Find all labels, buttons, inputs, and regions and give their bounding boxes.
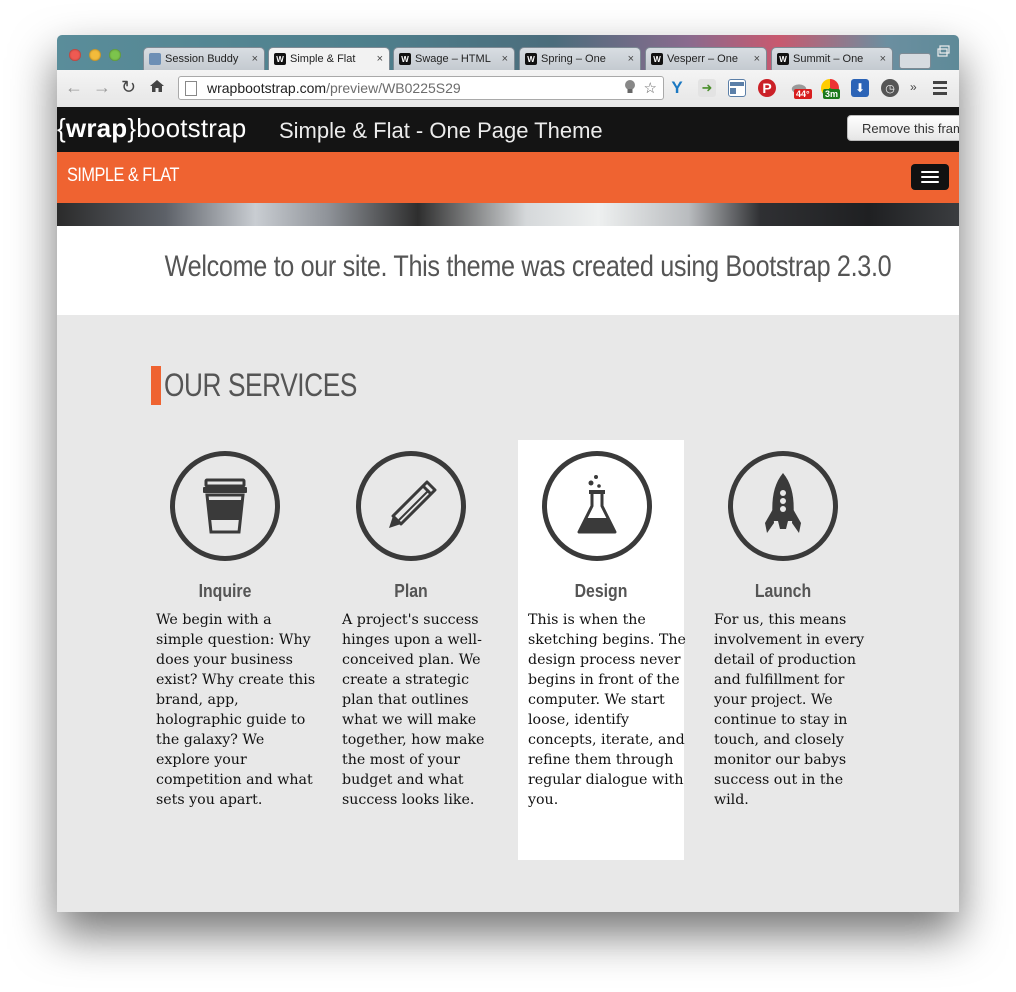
wrapbootstrap-bar: {wrap}bootstrap Simple & Flat - One Page… <box>57 107 959 152</box>
tab-close-icon[interactable]: × <box>880 53 886 65</box>
welcome-text: Welcome to our site. This theme was crea… <box>164 250 892 283</box>
service-card-plan: Plan A project's success hinges upon a w… <box>303 440 484 860</box>
url-path: /preview/WB0225S29 <box>326 80 461 96</box>
logo-tail: bootstrap <box>136 113 247 143</box>
forward-arrow-icon[interactable]: → <box>93 78 111 96</box>
service-card-inquire: Inquire We begin with a simple question:… <box>117 440 315 860</box>
theme-title: Simple & Flat - One Page Theme <box>279 118 603 143</box>
restore-window-icon[interactable] <box>937 45 951 57</box>
chrome-menu-icon[interactable] <box>933 81 947 95</box>
tab-session-buddy[interactable]: Session Buddy × <box>143 47 265 70</box>
logo-brace-open: { <box>57 113 66 143</box>
hamburger-line <box>921 176 939 178</box>
back-arrow-icon[interactable]: ← <box>65 78 83 96</box>
tab-label: Summit – One <box>793 53 864 65</box>
lightbulb-icon[interactable] <box>624 79 636 99</box>
tab-simple-flat[interactable]: W Simple & Flat × <box>268 47 390 70</box>
timer-badge: 3m <box>823 89 841 99</box>
browser-toolbar: ← → ↻ wrapbootstrap.com/preview/WB0225S2… <box>57 70 959 108</box>
tab-close-icon[interactable]: × <box>377 53 383 65</box>
welcome-section: Welcome to our site. This theme was crea… <box>57 226 959 315</box>
service-title: Launch <box>754 581 812 601</box>
service-text: For us, this means involvement in every … <box>714 612 865 808</box>
tab-label: Simple & Flat <box>290 53 356 65</box>
site-navbar: SIMPLE & FLAT <box>57 152 959 203</box>
y-extension-icon[interactable]: Y <box>668 78 686 97</box>
site-brand[interactable]: SIMPLE & FLAT <box>67 165 179 187</box>
home-icon[interactable] <box>149 78 165 97</box>
service-title: Design <box>574 581 628 601</box>
forward-extension-icon[interactable]: ➜ <box>698 79 716 97</box>
browser-window: Session Buddy × W Simple & Flat × W Swag… <box>57 35 959 912</box>
clock-icon[interactable]: ◷ <box>881 79 899 97</box>
session-buddy-extension-icon[interactable] <box>728 79 746 97</box>
coffee-cup-icon <box>170 451 280 561</box>
remove-frame-button[interactable]: Remove this frame <box>847 115 959 141</box>
service-text: A project's success hinges upon a well-c… <box>342 612 485 808</box>
tab-label: Session Buddy <box>165 53 239 65</box>
hamburger-line <box>921 171 939 173</box>
tab-close-icon[interactable]: × <box>628 53 634 65</box>
section-accent-bar <box>151 366 161 405</box>
wrapbootstrap-favicon-icon: W <box>651 53 663 65</box>
wrapbootstrap-favicon-icon: W <box>777 53 789 65</box>
logo-word: wrap <box>65 113 128 143</box>
tab-close-icon[interactable]: × <box>252 53 258 65</box>
tab-close-icon[interactable]: × <box>502 53 508 65</box>
wrapbootstrap-favicon-icon: W <box>399 53 411 65</box>
download-icon[interactable]: ⬇ <box>851 79 869 97</box>
wrapbootstrap-favicon-icon: W <box>274 53 286 65</box>
tab-close-icon[interactable]: × <box>754 53 760 65</box>
extensions-overflow-icon[interactable]: » <box>910 80 917 94</box>
pencil-icon <box>356 451 466 561</box>
tab-spring[interactable]: W Spring – One × <box>519 47 641 70</box>
new-tab-button[interactable] <box>899 53 931 69</box>
menu-toggle-button[interactable] <box>911 164 949 190</box>
tab-label: Vesperr – One <box>667 53 738 65</box>
service-text: This is when the sketching begins. The d… <box>528 612 686 808</box>
zoom-window-button[interactable] <box>109 49 121 61</box>
wrapbootstrap-logo[interactable]: {wrap}bootstrap <box>57 113 246 144</box>
minimize-window-button[interactable] <box>89 49 101 61</box>
url-host: wrapbootstrap.com <box>207 80 327 96</box>
tab-swage[interactable]: W Swage – HTML × <box>393 47 515 70</box>
services-section: OUR SERVICES Inquire We begin with a sim… <box>57 315 959 912</box>
reload-icon[interactable]: ↻ <box>121 78 136 96</box>
flask-icon <box>542 451 652 561</box>
bookmark-star-icon[interactable]: ☆ <box>644 79 657 99</box>
service-title: Plan <box>394 581 428 601</box>
hero-image-strip <box>57 203 959 226</box>
weather-extension-icon[interactable]: 44° <box>790 79 812 99</box>
tab-summit[interactable]: W Summit – One × <box>771 47 893 70</box>
service-text: We begin with a simple question: Why doe… <box>156 612 316 808</box>
pinterest-icon[interactable]: P <box>758 79 776 97</box>
tab-strip: Session Buddy × W Simple & Flat × W Swag… <box>57 35 959 70</box>
rocket-icon <box>728 451 838 561</box>
service-card-launch: Launch For us, this means involvement in… <box>675 440 864 860</box>
page-icon <box>185 80 197 96</box>
tab-label: Swage – HTML <box>415 53 491 65</box>
tab-label: Spring – One <box>541 53 606 65</box>
session-buddy-icon <box>149 53 161 65</box>
address-bar[interactable]: wrapbootstrap.com/preview/WB0225S29 ☆ <box>178 76 664 100</box>
hamburger-line <box>921 181 939 183</box>
tab-vesperr[interactable]: W Vesperr – One × <box>645 47 767 70</box>
services-heading: OUR SERVICES <box>164 367 357 403</box>
wrapbootstrap-favicon-icon: W <box>525 53 537 65</box>
weather-badge: 44° <box>794 89 812 99</box>
timer-extension-icon[interactable]: 3m <box>821 79 841 99</box>
logo-brace-close: } <box>127 113 137 143</box>
service-title: Inquire <box>198 581 252 601</box>
window-controls <box>69 49 121 61</box>
service-card-design[interactable]: Design This is when the sketching begins… <box>518 440 686 860</box>
close-window-button[interactable] <box>69 49 81 61</box>
